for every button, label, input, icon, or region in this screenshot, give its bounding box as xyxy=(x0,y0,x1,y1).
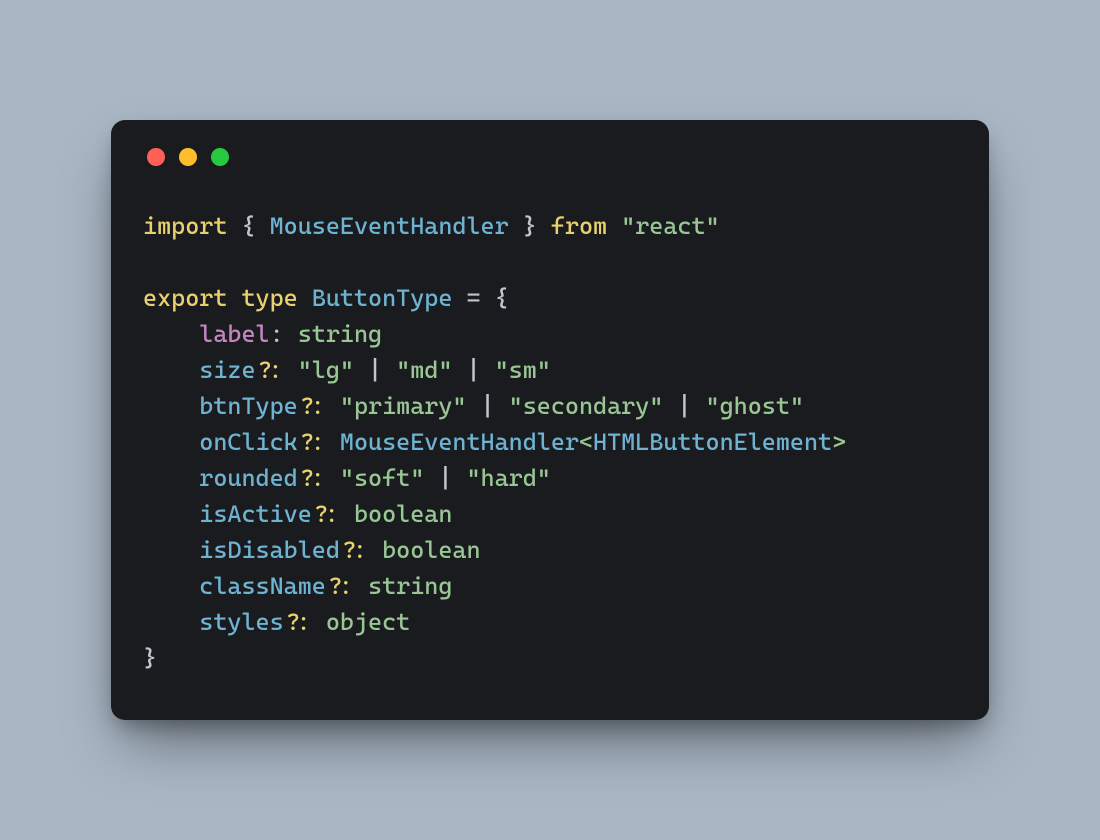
pipe: | xyxy=(438,464,452,492)
brace: { xyxy=(495,284,509,312)
colon: : xyxy=(312,392,326,420)
pipe: | xyxy=(481,392,495,420)
prop-size: size xyxy=(199,356,255,384)
colon: : xyxy=(340,572,354,600)
window-titlebar xyxy=(143,148,957,166)
str-md: "md" xyxy=(396,356,452,384)
str-hard: "hard" xyxy=(466,464,550,492)
ident-mouseeventhandler: MouseEventHandler xyxy=(270,212,509,240)
optional: ? xyxy=(284,608,298,636)
ident-mouseeventhandler: MouseEventHandler xyxy=(340,428,579,456)
kw-from: from xyxy=(551,212,607,240)
optional: ? xyxy=(298,392,312,420)
prop-onclick: onClick xyxy=(199,428,297,456)
prop-btntype: btnType xyxy=(199,392,297,420)
pipe: | xyxy=(368,356,382,384)
prop-isdisabled: isDisabled xyxy=(199,536,340,564)
colon: : xyxy=(312,428,326,456)
type-boolean: boolean xyxy=(354,500,452,528)
ident-buttontype: ButtonType xyxy=(312,284,453,312)
angle-gt: > xyxy=(832,428,846,456)
ident-htmlbuttonelement: HTMLButtonElement xyxy=(593,428,832,456)
prop-isactive: isActive xyxy=(199,500,312,528)
prop-rounded: rounded xyxy=(199,464,297,492)
prop-label: label xyxy=(199,320,269,348)
str-secondary: "secondary" xyxy=(509,392,664,420)
eq: = xyxy=(466,284,480,312)
optional: ? xyxy=(298,464,312,492)
colon: : xyxy=(298,608,312,636)
colon: : xyxy=(354,536,368,564)
colon: : xyxy=(312,464,326,492)
maximize-icon[interactable] xyxy=(211,148,229,166)
type-string: string xyxy=(368,572,452,600)
angle-lt: < xyxy=(579,428,593,456)
kw-type: type xyxy=(241,284,297,312)
str-sm: "sm" xyxy=(495,356,551,384)
close-icon[interactable] xyxy=(147,148,165,166)
colon: : xyxy=(270,356,284,384)
kw-import: import xyxy=(143,212,227,240)
kw-export: export xyxy=(143,284,227,312)
str-primary: "primary" xyxy=(340,392,467,420)
brace: { xyxy=(241,212,255,240)
colon: : xyxy=(270,320,284,348)
minimize-icon[interactable] xyxy=(179,148,197,166)
optional: ? xyxy=(298,428,312,456)
brace: } xyxy=(143,644,157,672)
optional: ? xyxy=(326,572,340,600)
brace: } xyxy=(523,212,537,240)
type-object: object xyxy=(326,608,410,636)
str-lg: "lg" xyxy=(298,356,354,384)
optional: ? xyxy=(256,356,270,384)
str-soft: "soft" xyxy=(340,464,424,492)
str-react: "react" xyxy=(621,212,719,240)
code-block: import { MouseEventHandler } from "react… xyxy=(143,208,957,676)
pipe: | xyxy=(677,392,691,420)
code-window: import { MouseEventHandler } from "react… xyxy=(111,120,989,720)
type-boolean: boolean xyxy=(382,536,480,564)
pipe: | xyxy=(466,356,480,384)
prop-styles: styles xyxy=(199,608,283,636)
optional: ? xyxy=(340,536,354,564)
prop-classname: className xyxy=(199,572,326,600)
colon: : xyxy=(326,500,340,528)
optional: ? xyxy=(312,500,326,528)
str-ghost: "ghost" xyxy=(706,392,804,420)
type-string: string xyxy=(298,320,382,348)
